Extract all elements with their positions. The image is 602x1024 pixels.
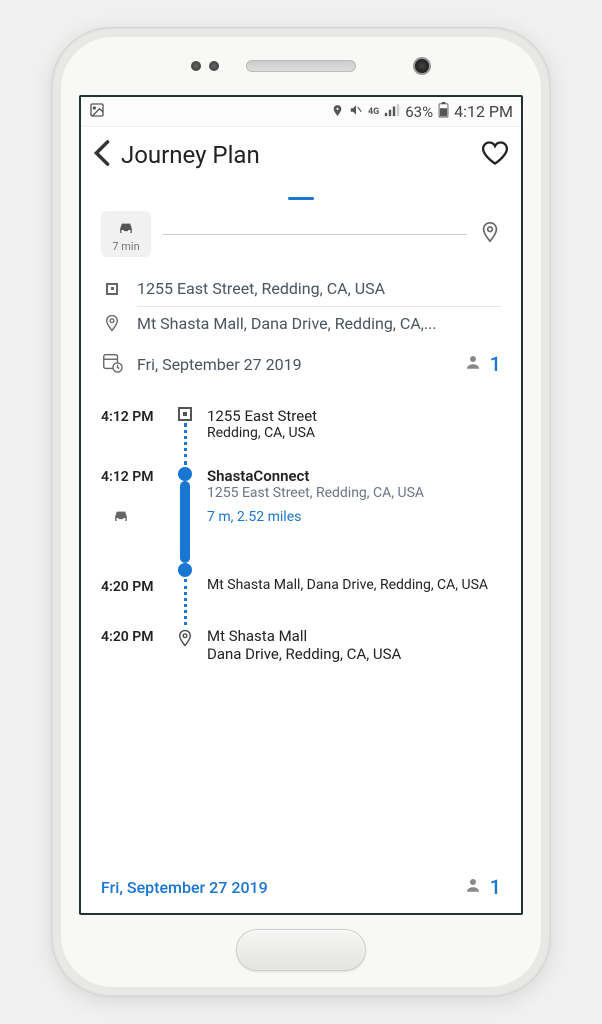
destination-pin-icon [479, 221, 501, 247]
itinerary-step: 4:20 PM Mt Shasta Mall Dana Drive, Reddi… [101, 627, 501, 677]
step-subtitle: Dana Drive, Redding, CA, USA [207, 645, 501, 663]
footer-date[interactable]: Fri, September 27 2019 [101, 878, 464, 897]
itinerary-step: 4:12 PM ShastaConnect 1255 East Street, … [101, 467, 501, 577]
screen: 4G 63% 4:12 PM Journey Plan [79, 95, 523, 915]
step-time: 4:20 PM [101, 577, 163, 627]
home-button[interactable] [236, 929, 366, 971]
origin-address: 1255 East Street, Redding, CA, USA [137, 279, 501, 298]
segment-start-node [178, 467, 192, 481]
itinerary-list[interactable]: 4:12 PM 1255 East Street Redding, CA, US… [81, 389, 521, 865]
summary-panel: 7 min 1255 East Street, Redding, CA, USA [81, 183, 521, 389]
destination-row[interactable]: Mt Shasta Mall, Dana Drive, Redding, CA,… [101, 307, 501, 341]
origin-node-icon [178, 407, 192, 421]
footer-passenger-count: 1 [490, 875, 501, 899]
status-time: 4:12 PM [454, 102, 513, 121]
car-icon [116, 219, 136, 240]
step-title: Mt Shasta Mall [207, 627, 501, 645]
itinerary-step: 4:20 PM Mt Shasta Mall, Dana Drive, Redd… [101, 577, 501, 627]
person-icon [464, 353, 482, 376]
sensor-dot [191, 61, 201, 71]
location-icon [331, 103, 344, 121]
status-bar: 4G 63% 4:12 PM [81, 97, 521, 127]
date-row[interactable]: Fri, September 27 2019 1 [101, 341, 501, 377]
step-title: ShastaConnect [207, 467, 501, 485]
network-icon: 4G [368, 107, 379, 117]
segment-end-node [178, 563, 192, 577]
front-camera [413, 57, 431, 75]
trip-date: Fri, September 27 2019 [137, 355, 450, 374]
step-subtitle: Redding, CA, USA [207, 425, 501, 441]
destination-pin-icon [176, 627, 194, 653]
mode-duration: 7 min [112, 240, 139, 253]
page-title: Journey Plan [121, 141, 471, 169]
step-subtitle: 1255 East Street, Redding, CA, USA [207, 485, 501, 501]
speaker-grille [246, 60, 356, 72]
battery-icon [438, 102, 449, 122]
origin-square-icon [101, 283, 123, 295]
step-time: 4:20 PM [101, 627, 163, 677]
phone-inner: 4G 63% 4:12 PM Journey Plan [61, 37, 541, 987]
mute-icon [349, 103, 363, 121]
mode-chip-car[interactable]: 7 min [101, 211, 151, 257]
destination-pin-icon [101, 313, 123, 333]
passenger-count: 1 [490, 352, 501, 376]
phone-top-hardware [61, 37, 541, 95]
calendar-icon [101, 351, 123, 377]
mode-row: 7 min [101, 211, 501, 257]
phone-frame: 4G 63% 4:12 PM Journey Plan [51, 27, 551, 997]
step-title: 1255 East Street [207, 407, 501, 425]
itinerary-step: 4:12 PM 1255 East Street Redding, CA, US… [101, 407, 501, 467]
favorite-button[interactable] [481, 139, 509, 171]
sensor-dot [209, 61, 219, 71]
back-button[interactable] [93, 139, 111, 172]
image-notification-icon [89, 102, 105, 122]
car-icon [111, 507, 131, 528]
origin-row[interactable]: 1255 East Street, Redding, CA, USA [101, 271, 501, 306]
footer-row: Fri, September 27 2019 1 [81, 865, 521, 913]
step-time: 4:12 PM [101, 407, 163, 467]
footer-passenger-selector[interactable]: 1 [464, 875, 501, 899]
route-line [163, 234, 467, 235]
drag-handle[interactable] [101, 191, 501, 205]
step-meta: 7 m, 2.52 miles [207, 509, 501, 525]
signal-icon [384, 103, 400, 121]
destination-address: Mt Shasta Mall, Dana Drive, Redding, CA,… [137, 314, 501, 333]
passenger-selector[interactable]: 1 [464, 352, 501, 376]
step-title: Mt Shasta Mall, Dana Drive, Redding, CA,… [207, 577, 501, 593]
app-header: Journey Plan [81, 127, 521, 183]
person-icon [464, 876, 482, 899]
battery-percentage: 63% [405, 103, 433, 121]
